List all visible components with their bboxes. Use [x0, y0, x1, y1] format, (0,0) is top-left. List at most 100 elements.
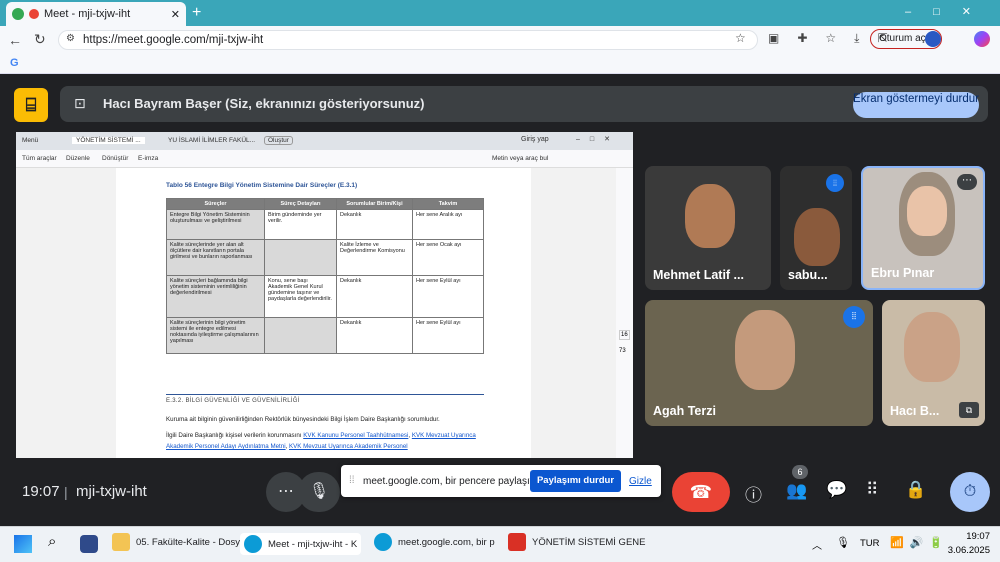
timer-icon[interactable]: ⏱ — [950, 472, 990, 512]
search-icon[interactable]: ⌕ — [48, 533, 56, 550]
table-header: Sorumlular Birim/Kişi — [336, 198, 413, 210]
taskbar-label: meet.google.com, bir p — [398, 536, 495, 548]
table-row: Kalite süreçlerinin bilgi yönetim sistem… — [166, 317, 484, 354]
doc-search[interactable]: Metin veya araç bul — [492, 155, 548, 162]
taskbar-time[interactable]: 19:07 — [950, 531, 990, 542]
chat-icon[interactable]: 💬 — [826, 480, 847, 500]
doc-tool-esign[interactable]: E-imza — [138, 155, 158, 162]
taskbar-item[interactable]: meet.google.com, bir p — [374, 533, 495, 551]
hide-link[interactable]: Gizle — [629, 476, 652, 487]
page-total: 73 — [619, 348, 626, 354]
table-header: Takvim — [412, 198, 484, 210]
participant-tile[interactable]: Mehmet Latif ... — [645, 166, 771, 290]
table-cell: Her sene Eylül ayı — [412, 275, 484, 318]
people-icon[interactable]: 👥 — [786, 481, 807, 501]
table-cell: Her sene Eylül ayı — [412, 317, 484, 354]
profile-avatar-icon — [925, 31, 941, 47]
table-cell: Kalite süreçlerinin bilgi yönetim sistem… — [166, 317, 265, 354]
table-cell: Her sene Ocak ayı — [412, 239, 484, 276]
recording-icon — [29, 9, 39, 19]
doc-toolbar: Tüm araçlar Düzenle Dönüştür E-imza Meti… — [16, 150, 633, 168]
drag-handle-icon[interactable]: ⁞⁞ — [349, 475, 355, 486]
participant-tile[interactable]: ⦙⦙ Agah Terzi — [645, 300, 873, 426]
doc-tool-edit[interactable]: Düzenle — [66, 155, 90, 162]
doc-link[interactable]: KVK Mevzuat Uyarınca Akademik Personel — [289, 443, 408, 450]
shared-screen: Menü YÖNETİM SİSTEMİ ... YU İSLAMİ İLİML… — [16, 132, 633, 458]
meet-logo-icon: ⌸ — [14, 88, 48, 122]
participant-tile[interactable]: ⋯ Ebru Pınar — [861, 166, 985, 290]
mic-icon[interactable]: 🎙 — [298, 472, 340, 512]
paragraph-text: İlgili Daire Başkanlığı kişisel verileri… — [166, 432, 302, 439]
doc-tool-convert[interactable]: Dönüştür — [102, 155, 128, 162]
site-info-icon[interactable]: ⚙ — [66, 33, 75, 44]
table-cell — [264, 239, 337, 276]
taskbar-item[interactable]: YÖNETİM SİSTEMİ GENE — [508, 533, 646, 551]
taskbar-date[interactable]: 3.06.2025 — [935, 545, 990, 556]
window-controls[interactable]: –□✕ — [905, 5, 993, 18]
back-icon[interactable]: ← — [8, 32, 22, 48]
participant-video — [685, 184, 735, 248]
app-icon[interactable] — [80, 535, 98, 553]
table-cell: Konu, sene başı Akademik Genel Kurul gün… — [264, 275, 337, 318]
paragraph-2: İlgili Daire Başkanlığı kişisel verileri… — [166, 432, 476, 450]
table-cell: Entegre Bilgi Yönetim Sisteminin oluştur… — [166, 209, 265, 240]
new-tab-icon[interactable]: + — [192, 4, 201, 22]
stop-presenting-button[interactable]: Ekran göstermeyi durdur — [853, 92, 979, 118]
present-screen-icon: ⊡ — [74, 95, 86, 111]
doc-tab-active[interactable]: YÖNETİM SİSTEMİ ... — [72, 137, 145, 144]
more-options-icon[interactable]: ⋯ — [957, 174, 977, 190]
table-cell: Her sene Aralık ayı — [412, 209, 484, 240]
favorite-star-icon[interactable]: ☆ — [735, 31, 746, 45]
reload-icon[interactable]: ↻ — [34, 31, 46, 48]
participant-video — [794, 208, 840, 266]
participant-video — [735, 310, 795, 390]
copilot-icon[interactable] — [974, 31, 990, 47]
google-favicon-icon[interactable]: G — [10, 57, 19, 69]
tab-title: Meet - mji-txjw-iht — [44, 8, 131, 20]
doc-signin[interactable]: Giriş yap — [521, 136, 549, 143]
start-icon[interactable] — [14, 535, 32, 553]
taskbar-item[interactable]: 05. Fakülte-Kalite - Dosy — [112, 533, 240, 551]
taskbar-item-active[interactable]: Meet - mji-txjw-iht - K — [240, 533, 362, 555]
doc-menu[interactable]: Menü — [22, 137, 38, 144]
language-indicator[interactable]: TUR — [860, 538, 880, 549]
participant-face — [907, 186, 947, 236]
participant-tile[interactable]: ⦙⦙ sabu... — [780, 166, 852, 290]
table-cell: Kalite İzleme ve Değerlendirme Komisyonu — [336, 239, 413, 276]
doc-side-toolbar: 16 73 — [616, 168, 633, 458]
table-header: Süreçler — [166, 198, 265, 210]
participant-video — [904, 312, 960, 382]
participant-name: Ebru Pınar — [871, 266, 935, 280]
doc-link[interactable]: KVK Kanunu Personel Taahhütnamesi — [303, 432, 408, 439]
doc-tab-2[interactable]: YU İSLAMİ İLİMLER FAKÜL... — [168, 137, 255, 144]
info-icon[interactable]: ⓘ — [745, 481, 762, 506]
doc-window-controls[interactable]: –□✕ — [576, 135, 620, 143]
tray-mic-icon[interactable]: 🎙 — [836, 536, 850, 549]
table-header: Süreç Detayları — [264, 198, 337, 210]
doc-create-button[interactable]: Oluştur — [264, 136, 293, 145]
process-table: Süreçler Süreç Detayları Sorumlular Biri… — [166, 198, 484, 354]
hang-up-icon[interactable]: ☎ — [672, 472, 730, 512]
browser-tab[interactable]: Meet - mji-txjw-iht ✕ — [6, 2, 186, 26]
table-cell: Dekanlık — [336, 209, 413, 240]
tray-chevron-icon[interactable]: ︿ — [812, 537, 822, 552]
doc-tool-all[interactable]: Tüm araçlar — [22, 155, 57, 162]
url-field[interactable]: https://meet.google.com/mji-txjw-iht — [58, 30, 758, 50]
pip-icon[interactable]: ⧉ — [959, 402, 979, 418]
doc-page: Tablo 56 Entegre Bilgi Yönetim Sistemine… — [116, 168, 531, 458]
table-cell: Birim gündeminde yer verilir. — [264, 209, 337, 240]
tab-close-icon[interactable]: ✕ — [171, 8, 180, 21]
table-row: Entegre Bilgi Yönetim Sisteminin oluştur… — [166, 209, 484, 240]
presenting-text: Hacı Bayram Başer (Siz, ekranınızı göste… — [103, 96, 425, 111]
host-controls-icon[interactable]: 🔒 — [905, 480, 926, 500]
stop-sharing-button[interactable]: Paylaşımı durdur — [530, 470, 621, 492]
edge-icon — [244, 535, 262, 553]
participant-tile[interactable]: ⧉ Hacı B... — [882, 300, 985, 426]
table-cell: Kalite süreçleri bağlamında bilgi yöneti… — [166, 275, 265, 318]
table-cell — [264, 317, 337, 354]
activities-icon[interactable]: ⠿ — [866, 480, 878, 500]
table-cell: Kalite süreçlerinde yer alan alt ölçütle… — [166, 239, 265, 276]
folder-icon — [112, 533, 130, 551]
taskbar-label: YÖNETİM SİSTEMİ GENE — [532, 536, 646, 548]
page-number[interactable]: 16 — [619, 330, 630, 340]
